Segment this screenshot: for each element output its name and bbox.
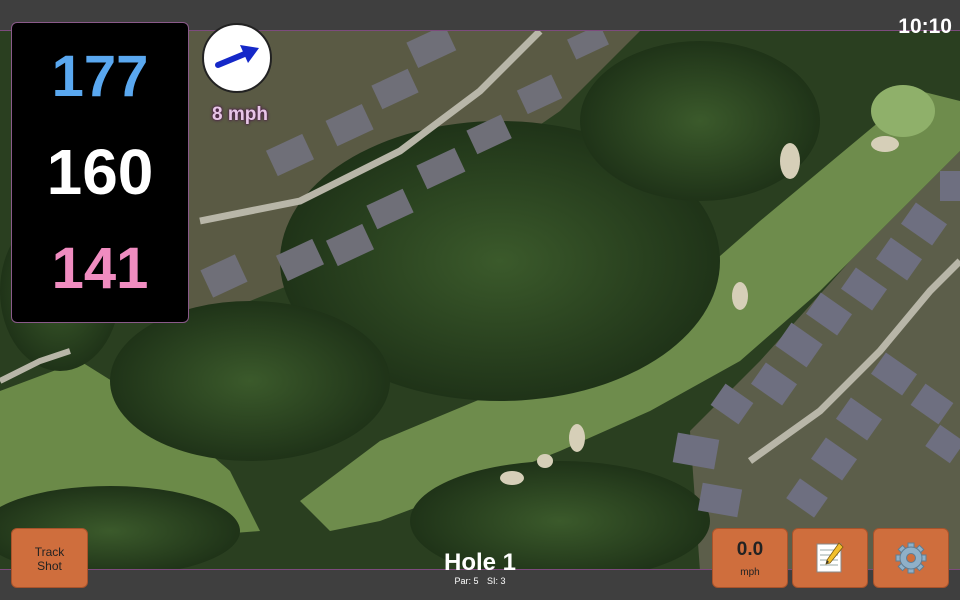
notes-button[interactable] (792, 528, 868, 588)
speed-button[interactable]: 0.0 mph (712, 528, 788, 588)
wind-speed: 8 mph (212, 104, 268, 125)
track-shot-button[interactable]: Track Shot (11, 528, 88, 588)
yardage-panel: 177 160 141 (11, 22, 189, 323)
front-yardage: 141 (51, 236, 149, 301)
back-yardage: 177 (51, 44, 149, 109)
speed-unit: mph (740, 567, 760, 578)
speed-value: 0.0 (736, 539, 764, 560)
hole-stroke-index: SI: 3 (487, 576, 506, 586)
track-shot-label-line1: Track (34, 545, 65, 559)
wind-direction-indicator (202, 23, 272, 93)
track-shot-label-line2: Shot (37, 559, 62, 573)
center-yardage: 160 (46, 136, 154, 208)
settings-button[interactable] (873, 528, 949, 588)
notes-icon (816, 542, 844, 573)
hole-info: Par: 5 SI: 3 (380, 576, 580, 586)
hole-title: Hole 1 (443, 549, 517, 576)
wind-arrow-icon (215, 45, 259, 68)
hole-par: Par: 5 (454, 576, 479, 586)
gear-icon (895, 542, 927, 574)
clock: 10:10 (898, 15, 952, 38)
